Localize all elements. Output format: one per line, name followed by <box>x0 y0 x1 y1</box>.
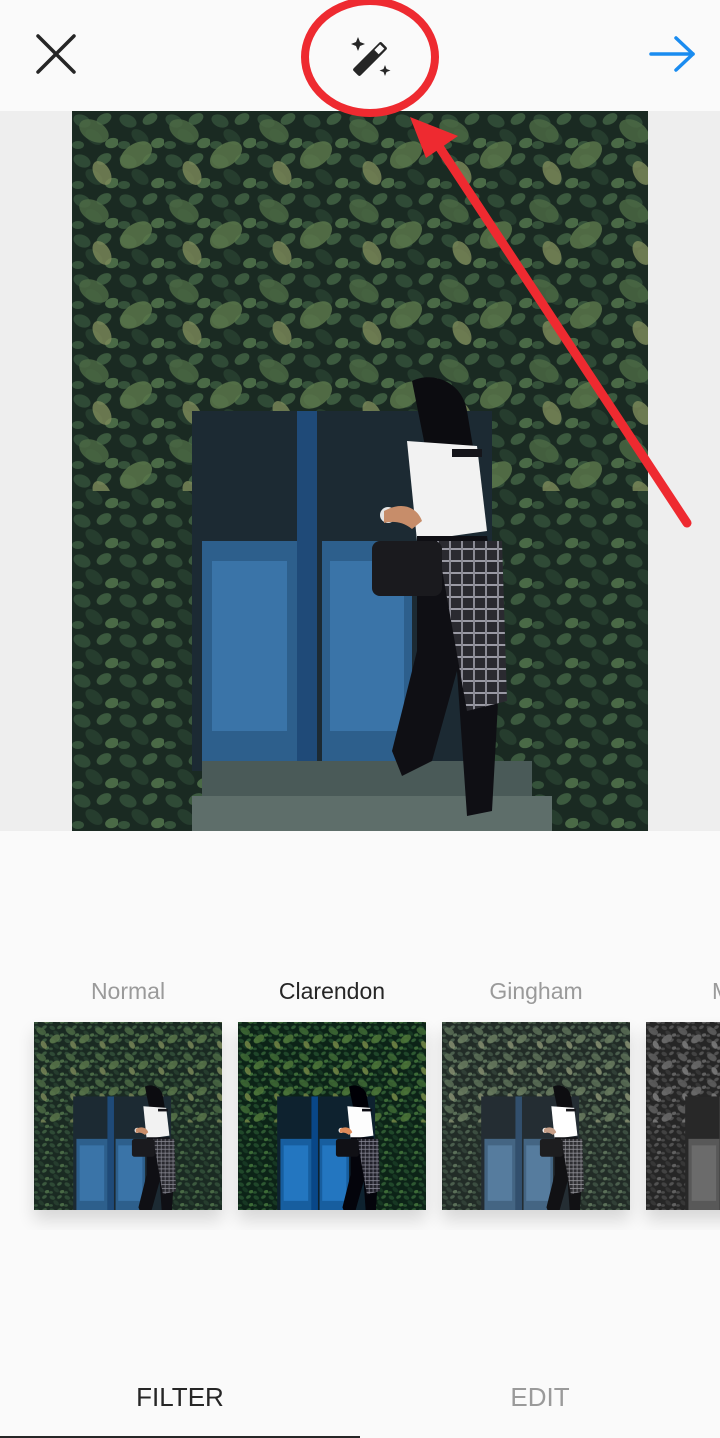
filter-label: Clarendon <box>278 978 386 1004</box>
tab-filter[interactable]: FILTER <box>0 1358 360 1436</box>
top-bar <box>0 0 720 111</box>
filter-normal[interactable]: Normal <box>34 960 222 1210</box>
filter-thumbnail <box>34 1022 222 1210</box>
filter-thumbnail <box>238 1022 426 1210</box>
photo-preview-area <box>0 111 720 831</box>
magic-wand-icon <box>351 37 391 76</box>
filter-label: Normal <box>90 978 166 1004</box>
next-button[interactable] <box>640 24 706 84</box>
filter-gingham[interactable]: Gingham <box>442 960 630 1210</box>
filter-label: M <box>646 960 720 1022</box>
photo-preview[interactable] <box>72 111 648 831</box>
photo-image <box>72 111 648 831</box>
magic-wand-button[interactable] <box>330 18 410 98</box>
filter-label: Gingham <box>489 978 583 1004</box>
close-icon <box>36 34 76 74</box>
filter-thumbnail <box>442 1022 630 1210</box>
filter-clarendon[interactable]: Clarendon <box>238 960 426 1210</box>
filter-thumbnail <box>646 1022 720 1210</box>
filter-strip: Normal Clarendon Gingham M <box>0 960 720 1230</box>
arrow-right-icon <box>649 36 695 72</box>
filter-partial[interactable]: M <box>646 960 720 1210</box>
tab-edit[interactable]: EDIT <box>360 1358 720 1436</box>
close-button[interactable] <box>26 24 86 84</box>
bottom-tabs: FILTER EDIT <box>0 1358 720 1438</box>
